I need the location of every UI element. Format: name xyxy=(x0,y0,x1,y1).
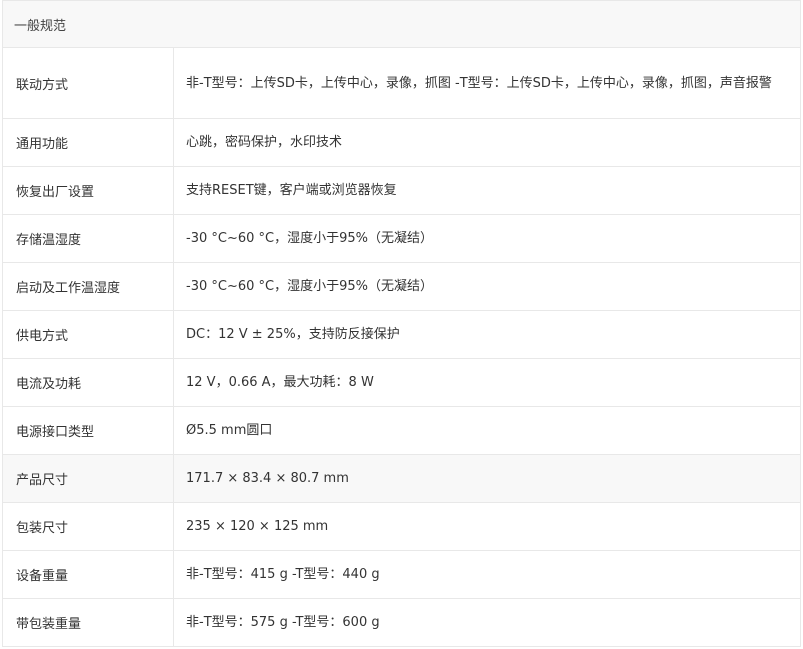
row-value: 非-T型号：上传SD卡，上传中心，录像，抓图 -T型号：上传SD卡，上传中心，录… xyxy=(186,75,772,91)
row-value: Ø5.5 mm圆口 xyxy=(186,423,273,438)
row-label: 产品尺寸 xyxy=(3,455,174,502)
row-label: 供电方式 xyxy=(3,311,174,358)
row-value: 非-T型号：575 g -T型号：600 g xyxy=(186,615,380,630)
row-label: 存储温湿度 xyxy=(3,215,174,262)
table-row: 恢复出厂设置 支持RESET键，客户端或浏览器恢复 xyxy=(3,167,800,215)
row-label: 联动方式 xyxy=(3,48,174,118)
table-row: 产品尺寸 171.7 × 83.4 × 80.7 mm xyxy=(3,455,800,503)
row-value: -30 °C~60 °C，湿度小于95%（无凝结） xyxy=(186,279,433,294)
table-row: 设备重量 非-T型号：415 g -T型号：440 g xyxy=(3,551,800,599)
row-value: -30 °C~60 °C，湿度小于95%（无凝结） xyxy=(186,231,433,246)
row-label: 通用功能 xyxy=(3,119,174,166)
row-label: 带包装重量 xyxy=(3,599,174,646)
section-header: 一般规范 xyxy=(3,1,800,48)
row-label: 启动及工作温湿度 xyxy=(3,263,174,310)
row-label: 电流及功耗 xyxy=(3,359,174,406)
table-row: 联动方式 非-T型号：上传SD卡，上传中心，录像，抓图 -T型号：上传SD卡，上… xyxy=(3,48,800,119)
table-row: 通用功能 心跳，密码保护，水印技术 xyxy=(3,119,800,167)
row-value: DC：12 V ± 25%，支持防反接保护 xyxy=(186,327,400,342)
spec-table: 一般规范 联动方式 非-T型号：上传SD卡，上传中心，录像，抓图 -T型号：上传… xyxy=(2,0,801,647)
row-label: 恢复出厂设置 xyxy=(3,167,174,214)
table-row: 包装尺寸 235 × 120 × 125 mm xyxy=(3,503,800,551)
row-label: 电源接口类型 xyxy=(3,407,174,454)
table-row: 供电方式 DC：12 V ± 25%，支持防反接保护 xyxy=(3,311,800,359)
row-value: 支持RESET键，客户端或浏览器恢复 xyxy=(186,183,397,198)
table-row: 带包装重量 非-T型号：575 g -T型号：600 g xyxy=(3,599,800,647)
row-value: 171.7 × 83.4 × 80.7 mm xyxy=(186,471,349,486)
row-value: 12 V，0.66 A，最大功耗：8 W xyxy=(186,375,374,390)
table-row: 电流及功耗 12 V，0.66 A，最大功耗：8 W xyxy=(3,359,800,407)
table-row: 存储温湿度 -30 °C~60 °C，湿度小于95%（无凝结） xyxy=(3,215,800,263)
row-label: 包装尺寸 xyxy=(3,503,174,550)
row-value: 心跳，密码保护，水印技术 xyxy=(186,135,343,150)
row-value: 235 × 120 × 125 mm xyxy=(186,519,329,534)
row-label: 设备重量 xyxy=(3,551,174,598)
table-row: 电源接口类型 Ø5.5 mm圆口 xyxy=(3,407,800,455)
row-value: 非-T型号：415 g -T型号：440 g xyxy=(186,567,380,582)
table-row: 启动及工作温湿度 -30 °C~60 °C，湿度小于95%（无凝结） xyxy=(3,263,800,311)
